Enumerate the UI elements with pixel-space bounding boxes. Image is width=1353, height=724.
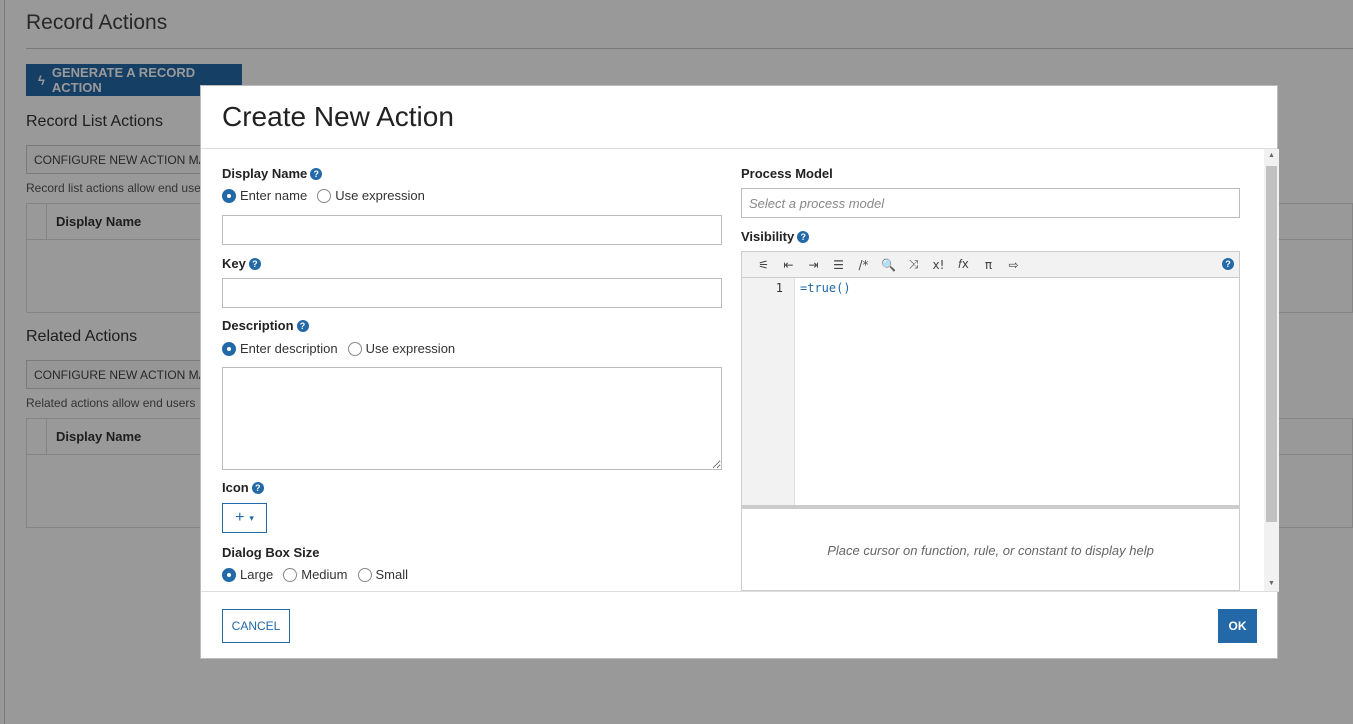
display-name-mode-radios: Enter name Use expression — [222, 188, 435, 203]
process-model-picker[interactable]: Select a process model — [741, 188, 1240, 218]
expression-help-panel: Place cursor on function, rule, or const… — [827, 543, 1154, 558]
code-line[interactable]: =true() — [800, 281, 851, 295]
description-label-text: Description — [222, 318, 294, 333]
process-model-label-text: Process Model — [741, 166, 833, 181]
icon-label-text: Icon — [222, 480, 249, 495]
search-icon[interactable]: 🔍 — [876, 258, 901, 272]
pi-icon[interactable]: π — [976, 258, 1001, 272]
option-label: Enter description — [240, 341, 338, 356]
function-icon[interactable]: 𝑓x — [951, 257, 976, 272]
option-label: Small — [375, 567, 409, 582]
help-icon[interactable]: ? — [248, 257, 261, 270]
radio-unselected-icon[interactable] — [317, 188, 332, 203]
icon-picker-dropdown[interactable]: + ▾ — [222, 503, 267, 533]
dialog-title: Create New Action — [222, 101, 454, 132]
display-name-label: Display Name ? — [222, 166, 323, 181]
display-name-label-text: Display Name — [222, 166, 308, 181]
radio-selected-icon[interactable] — [222, 341, 236, 356]
key-label-text: Key — [222, 256, 246, 271]
icon-label: Icon ? — [222, 480, 264, 495]
display-name-input[interactable] — [222, 215, 722, 245]
size-medium-option[interactable]: Medium — [283, 567, 348, 582]
visibility-label: Visibility ? — [741, 229, 810, 244]
plus-icon: + — [235, 509, 245, 526]
visibility-label-text: Visibility — [741, 229, 795, 244]
display-name-enter-name-option[interactable]: Enter name — [222, 188, 307, 203]
option-label: Large — [240, 567, 274, 582]
indent-icon[interactable]: ⇥ — [801, 258, 826, 272]
description-use-expression-option[interactable]: Use expression — [347, 341, 456, 356]
description-enter-description-option[interactable]: Enter description — [222, 341, 338, 356]
shuffle-icon[interactable]: ⤨ — [901, 257, 926, 272]
scroll-down-arrow-icon[interactable]: ▼ — [1264, 577, 1279, 591]
help-icon[interactable]: ? — [251, 481, 264, 494]
scroll-up-arrow-icon[interactable]: ▲ — [1264, 149, 1279, 163]
code-area[interactable]: 1 =true() — [742, 278, 1239, 505]
dialog-footer: CANCEL OK — [201, 591, 1279, 660]
comment-icon[interactable]: /* — [851, 258, 876, 272]
size-small-option[interactable]: Small — [357, 567, 409, 582]
ok-button[interactable]: OK — [1218, 609, 1257, 643]
radio-selected-icon[interactable] — [222, 188, 236, 203]
magic-wand-icon[interactable]: ⚟ — [751, 258, 776, 272]
description-label: Description ? — [222, 318, 309, 333]
cancel-button[interactable]: CANCEL — [222, 609, 290, 643]
description-mode-radios: Enter description Use expression — [222, 341, 465, 356]
option-label: Enter name — [240, 188, 308, 203]
radio-unselected-icon[interactable] — [347, 341, 362, 356]
size-large-option[interactable]: Large — [222, 567, 273, 582]
option-label: Use expression — [365, 341, 456, 356]
display-name-use-expression-option[interactable]: Use expression — [317, 188, 425, 203]
line-number: 1 — [775, 281, 783, 295]
dialog-scrollbar[interactable]: ▲ ▼ — [1264, 149, 1279, 591]
radio-selected-icon[interactable] — [222, 567, 236, 582]
chevron-down-icon: ▾ — [249, 512, 254, 523]
editor-help-icon[interactable]: ? — [1222, 258, 1234, 270]
dialog-box-size-label-text: Dialog Box Size — [222, 545, 320, 560]
radio-unselected-icon[interactable] — [283, 567, 298, 582]
option-label: Use expression — [335, 188, 425, 203]
option-label: Medium — [301, 567, 348, 582]
description-textarea[interactable] — [222, 367, 722, 470]
process-model-label: Process Model — [741, 166, 833, 181]
dialog-body: Display Name ? Enter name Use expression… — [201, 149, 1279, 591]
dialog-box-size-radios: Large Medium Small — [222, 567, 418, 582]
scrollbar-thumb[interactable] — [1266, 166, 1277, 522]
help-icon[interactable]: ? — [296, 319, 309, 332]
visibility-expression-editor: ⚟ ⇤ ⇥ ☰/* 🔍 ⤨ x! 𝑓x π ⇨ ? 1 =true() Place cursor … — [741, 251, 1240, 591]
x-bang-icon[interactable]: x! — [926, 258, 951, 272]
dialog-header: Create New Action — [201, 86, 1277, 149]
help-icon[interactable]: ? — [797, 230, 810, 243]
expression-editor-toolbar: ⚟ ⇤ ⇥ ☰/* 🔍 ⤨ x! 𝑓x π ⇨ — [742, 252, 1239, 278]
key-label: Key ? — [222, 256, 261, 271]
help-icon[interactable]: ? — [310, 167, 323, 180]
create-new-action-dialog: Create New Action Display Name ? Enter n… — [200, 85, 1279, 660]
export-icon[interactable]: ⇨ — [1001, 258, 1026, 272]
align-icon[interactable]: ☰ — [826, 258, 851, 272]
radio-unselected-icon[interactable] — [357, 567, 372, 582]
dialog-box-size-label: Dialog Box Size — [222, 545, 320, 560]
outdent-icon[interactable]: ⇤ — [776, 258, 801, 272]
line-number-gutter: 1 — [742, 278, 795, 505]
key-input[interactable] — [222, 278, 722, 308]
